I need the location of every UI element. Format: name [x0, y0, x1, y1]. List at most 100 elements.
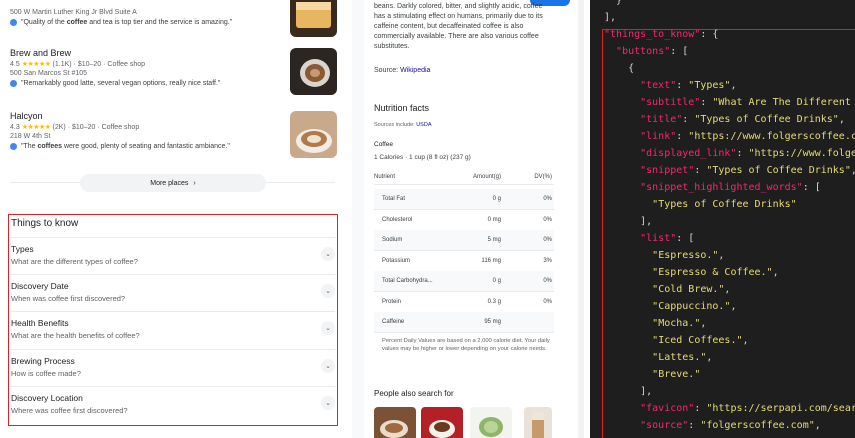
header-nutrient: Nutrient: [374, 174, 396, 180]
json-key: "subtitle": [640, 97, 701, 108]
place-thumbnail[interactable]: [290, 48, 337, 95]
code-line: "text": "Types",: [604, 77, 736, 94]
json-key: "favicon": [640, 403, 695, 414]
json-string: "https://www.folge: [748, 148, 855, 159]
chevron-down-icon[interactable]: ⌄: [321, 247, 335, 261]
nutrition-row: Total Fat 0 g 0%: [374, 189, 554, 210]
code-line: "Lattes.",: [604, 349, 712, 366]
json-key: "snippet_highlighted_words": [640, 182, 803, 193]
json-punctuation: :: [676, 80, 689, 91]
item-heading: Brewing Process: [11, 356, 75, 366]
code-line: {: [604, 60, 634, 77]
json-punctuation: :: [688, 420, 701, 431]
things-to-know-item-health-benefits[interactable]: Health Benefits What are the health bene…: [11, 311, 335, 348]
things-to-know-item-discovery-date[interactable]: Discovery Date When was coffee first dis…: [11, 274, 335, 311]
related-search-thumbnail[interactable]: [524, 407, 552, 438]
json-key: "link": [640, 131, 677, 142]
more-places-button[interactable]: More places ›: [80, 174, 266, 192]
place-rating: 4.5 ★★★★★ (1.1K) · $10–20 · Coffee shop: [10, 61, 146, 68]
json-key: "title": [640, 114, 683, 125]
place-card[interactable]: Halcyon 4.3 ★★★★★ (2K) · $10–20 · Coffee…: [10, 111, 335, 150]
nutrition-row: Sodium 5 mg 0%: [374, 230, 554, 251]
json-string: "Types of Coffee Drinks": [706, 165, 851, 176]
json-punctuation: }: [616, 0, 623, 6]
code-line: "Cappuccino.",: [604, 298, 736, 315]
source-link[interactable]: Wikipedia: [400, 67, 430, 74]
place-thumbnail[interactable]: [290, 0, 337, 37]
place-name[interactable]: Brew and Brew: [10, 48, 335, 58]
json-string: "folgerscoffee.com": [700, 420, 815, 431]
usda-link[interactable]: USDA: [416, 122, 431, 128]
code-line: "snippet_highlighted_words": [: [604, 179, 821, 196]
item-heading: Discovery Date: [11, 281, 69, 291]
json-punctuation: :: [682, 114, 695, 125]
json-punctuation: :: [736, 148, 749, 159]
chevron-right-icon: ›: [193, 179, 196, 187]
code-line: "Espresso & Coffee.",: [604, 264, 779, 281]
json-string: "Types of Coffee Drinks": [694, 114, 839, 125]
things-to-know-item-types[interactable]: Types What are the different types of co…: [11, 237, 335, 274]
place-review: "The coffees were good, plenty of seatin…: [10, 143, 335, 150]
place-card[interactable]: 500 W Martin Luther King Jr Blvd Suite A…: [10, 9, 335, 26]
more-places-label: More places: [150, 179, 189, 187]
json-punctuation: ,: [724, 284, 731, 295]
review-highlight: coffees: [37, 143, 63, 150]
related-search-thumbnail[interactable]: [374, 407, 416, 438]
things-to-know-panel: Things to know Types What are the differ…: [8, 214, 338, 426]
things-to-know-item-discovery-location[interactable]: Discovery Location Where was coffee firs…: [11, 386, 335, 423]
page-scrollbar[interactable]: [578, 0, 584, 438]
place-address: 500 W Martin Luther King Jr Blvd Suite A: [10, 9, 137, 16]
place-rating: 4.3 ★★★★★ (2K) · $10–20 · Coffee shop: [10, 124, 140, 131]
json-punctuation: ],: [640, 386, 653, 397]
related-search-thumbnail[interactable]: [470, 407, 512, 438]
item-subtitle: How is coffee made?: [11, 369, 81, 378]
code-line: "link": "https://www.folgerscoffee.c: [604, 128, 855, 145]
things-to-know-item-brewing-process[interactable]: Brewing Process How is coffee made? ⌄: [11, 349, 335, 386]
code-line: "Espresso.",: [604, 247, 724, 264]
item-subtitle: Where was coffee first discovered?: [11, 406, 128, 415]
json-punctuation: ],: [604, 12, 617, 23]
item-subtitle: When was coffee first discovered?: [11, 294, 126, 303]
place-name[interactable]: Halcyon: [10, 111, 335, 121]
nutrition-row: Potassium 116 mg 3%: [374, 251, 554, 272]
place-thumbnail[interactable]: [290, 111, 337, 158]
json-string: "Espresso & Coffee.": [652, 267, 773, 278]
json-string: "Cold Brew.": [652, 284, 725, 295]
json-punctuation: ,: [718, 250, 725, 261]
chevron-down-icon[interactable]: ⌄: [321, 321, 335, 335]
star-rating-icon: ★★★★★: [21, 124, 51, 131]
json-string: "Types": [688, 80, 731, 91]
json-punctuation: ,: [772, 267, 779, 278]
item-subtitle: What are the health benefits of coffee?: [11, 331, 140, 340]
json-punctuation: ,: [742, 335, 749, 346]
json-punctuation: :: [694, 165, 707, 176]
chevron-down-icon[interactable]: ⌄: [321, 359, 335, 373]
json-punctuation: ,: [730, 80, 737, 91]
nutrition-footnote: Percent Daily Values are based on a 2,00…: [382, 338, 550, 352]
related-search-thumbnail[interactable]: [421, 407, 463, 438]
people-also-search-title: People also search for: [374, 389, 454, 398]
json-punctuation: {: [628, 63, 635, 74]
nutrition-table-header: Nutrient Amount(g) DV(%): [374, 173, 554, 185]
code-line: "Mocha.",: [604, 315, 706, 332]
nutrition-food-name: Coffee: [374, 141, 394, 148]
json-punctuation: ,: [851, 165, 855, 176]
json-string: "Espresso.": [652, 250, 719, 261]
header-amount: Amount(g): [472, 174, 501, 180]
column-gutter: [352, 0, 364, 438]
review-text: "The: [21, 143, 38, 150]
source-label: Source:: [374, 67, 399, 74]
json-string: "https://serpapi.com/sear: [706, 403, 855, 414]
code-line: "subtitle": "What Are The Different: [604, 94, 851, 111]
chevron-down-icon[interactable]: ⌄: [321, 284, 335, 298]
code-line: "Types of Coffee Drinks": [604, 196, 797, 213]
code-line: "title": "Types of Coffee Drinks",: [604, 111, 845, 128]
chevron-down-icon[interactable]: ⌄: [321, 396, 335, 410]
code-line: ],: [604, 383, 652, 400]
nutrition-sources: Sources include: USDA: [374, 122, 431, 128]
json-string: "Breve.": [652, 369, 701, 380]
place-card[interactable]: Brew and Brew 4.5 ★★★★★ (1.1K) · $10–20 …: [10, 48, 335, 87]
code-line: }: [604, 0, 622, 9]
star-rating-icon: ★★★★★: [21, 61, 51, 68]
code-line: ],: [604, 213, 652, 230]
